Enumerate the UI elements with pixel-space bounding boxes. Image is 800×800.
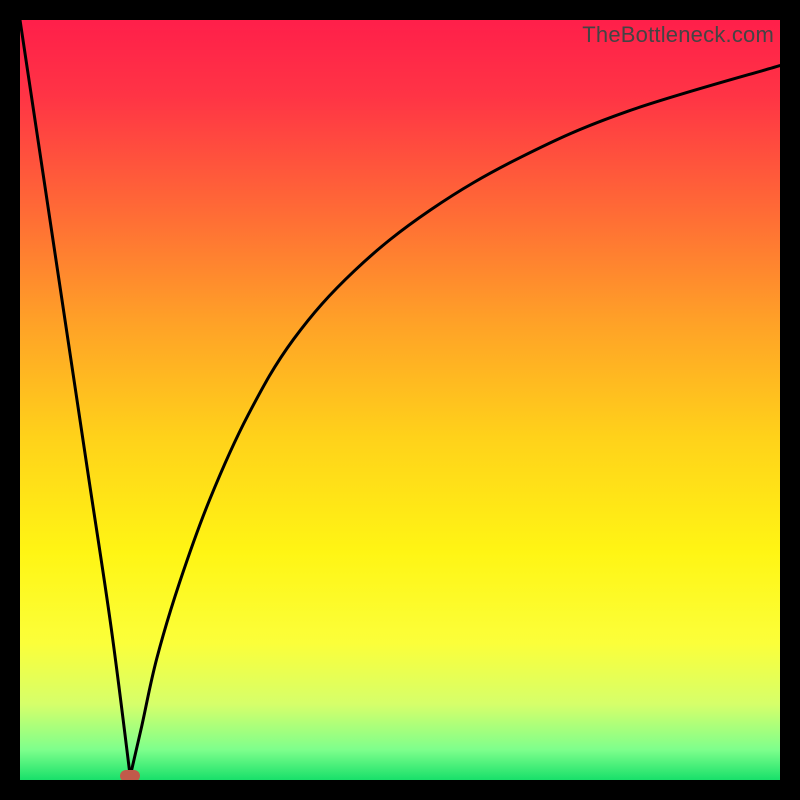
chart-frame: TheBottleneck.com: [0, 0, 800, 800]
plot-area: TheBottleneck.com: [20, 20, 780, 780]
minimum-marker: [120, 770, 140, 780]
bottleneck-curve: [20, 20, 780, 780]
